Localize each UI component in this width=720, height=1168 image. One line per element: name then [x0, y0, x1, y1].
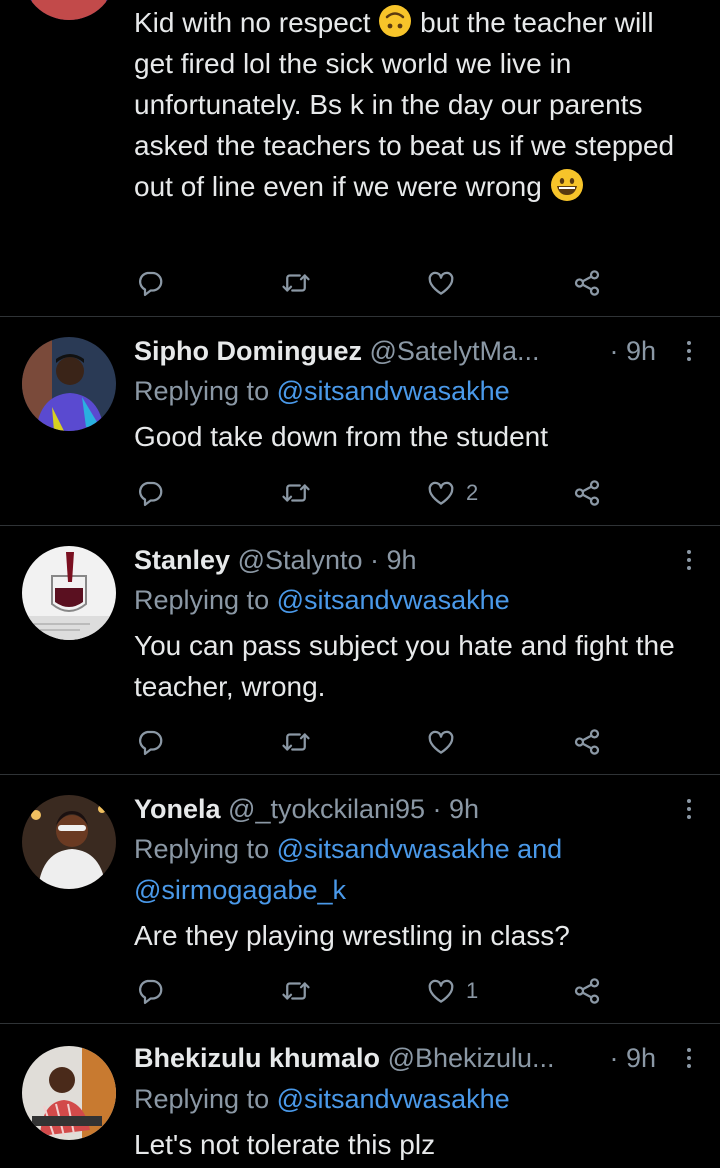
avatar[interactable]: [22, 546, 116, 640]
tweet-actions: [0, 722, 720, 762]
share-button[interactable]: [572, 263, 602, 303]
like-icon: [426, 727, 456, 757]
reply-button[interactable]: [135, 263, 165, 303]
more-icon[interactable]: [684, 550, 694, 574]
retweet-icon: [281, 478, 311, 508]
tweet-4[interactable]: Bhekizulu khumalo @Bhekizulu... · 9h Rep…: [0, 1024, 720, 1168]
upside-down-face-emoji: [379, 5, 412, 37]
share-icon: [572, 727, 602, 757]
share-button[interactable]: [572, 473, 602, 513]
display-name[interactable]: Stanley: [134, 545, 230, 575]
retweet-icon: [281, 268, 311, 298]
like-button[interactable]: 2: [426, 473, 478, 513]
like-count: 1: [466, 978, 479, 1003]
display-name[interactable]: Sipho Dominguez: [134, 336, 362, 366]
tweet-actions: [0, 263, 720, 303]
tweet-body: You can pass subject you hate and fight …: [134, 630, 675, 702]
retweet-button[interactable]: [281, 473, 311, 513]
tweet-1[interactable]: Sipho Dominguez @SatelytMa... · 9h Reply…: [0, 317, 720, 525]
user-handle[interactable]: @SatelytMa...: [370, 336, 540, 366]
tweet-0[interactable]: Kid with no respect but the teacher will…: [0, 0, 720, 316]
like-icon: [426, 268, 456, 298]
user-handle[interactable]: @Bhekizulu...: [388, 1043, 555, 1073]
tweet-header: Yonela @_tyokckilani95 · 9h: [134, 791, 720, 827]
tweet-body: Kid with no respect but the teacher will…: [134, 2, 690, 207]
like-button[interactable]: [426, 722, 456, 762]
timestamp[interactable]: · 9h: [609, 1040, 656, 1076]
retweet-icon: [281, 727, 311, 757]
tweet-body: Good take down from the student: [134, 421, 549, 452]
retweet-button[interactable]: [281, 971, 311, 1011]
tweet-actions: 1: [0, 971, 720, 1011]
more-icon[interactable]: [684, 799, 694, 823]
mention-link[interactable]: @sitsandvwasakhe: [277, 376, 510, 406]
replying-to: Replying to @sitsandvwasakhe: [134, 376, 510, 406]
avatar[interactable]: [22, 337, 116, 431]
more-icon[interactable]: [684, 1048, 694, 1072]
share-icon: [572, 976, 602, 1006]
more-icon[interactable]: [684, 341, 694, 365]
tweet-3[interactable]: Yonela @_tyokckilani95 · 9h Replying to …: [0, 775, 720, 1023]
display-name[interactable]: Yonela: [134, 794, 221, 824]
reply-button[interactable]: [135, 971, 165, 1011]
like-icon: [426, 976, 456, 1006]
reply-icon: [135, 727, 165, 757]
tweet-body: Let's not tolerate this plz: [134, 1129, 436, 1160]
user-handle[interactable]: @Stalynto · 9h: [238, 545, 417, 575]
like-count: 2: [466, 480, 479, 505]
tweet-header: Bhekizulu khumalo @Bhekizulu... · 9h: [134, 1040, 720, 1076]
replying-to: Replying to @sitsandvwasakhe: [134, 1084, 510, 1114]
tweet-2[interactable]: Stanley @Stalynto · 9h Replying to @sits…: [0, 526, 720, 774]
retweet-icon: [281, 976, 311, 1006]
avatar[interactable]: [22, 0, 116, 20]
mention-link[interactable]: @sitsandvwasakhe: [277, 585, 510, 615]
share-button[interactable]: [572, 971, 602, 1011]
reply-icon: [135, 976, 165, 1006]
share-icon: [572, 478, 602, 508]
tweet-body: Are they playing wrestling in class?: [134, 920, 570, 951]
reply-icon: [135, 478, 165, 508]
share-button[interactable]: [572, 722, 602, 762]
like-button[interactable]: 1: [426, 971, 478, 1011]
like-button[interactable]: [426, 263, 456, 303]
share-icon: [572, 268, 602, 298]
retweet-button[interactable]: [281, 263, 311, 303]
display-name[interactable]: Bhekizulu khumalo: [134, 1043, 380, 1073]
reply-button[interactable]: [135, 473, 165, 513]
avatar[interactable]: [22, 1046, 116, 1140]
reply-button[interactable]: [135, 722, 165, 762]
tweet-header: Stanley @Stalynto · 9h: [134, 542, 720, 578]
grinning-face-emoji: [550, 169, 583, 201]
mention-link[interactable]: @sitsandvwasakhe: [277, 1084, 510, 1114]
tweet-header: Sipho Dominguez @SatelytMa... · 9h: [134, 333, 720, 369]
retweet-button[interactable]: [281, 722, 311, 762]
timestamp[interactable]: · 9h: [609, 333, 656, 369]
reply-icon: [135, 268, 165, 298]
tweet-actions: 2: [0, 473, 720, 513]
replying-to: Replying to @sitsandvwasakhe and @sirmog…: [134, 834, 563, 905]
user-handle[interactable]: @_tyokckilani95 · 9h: [228, 794, 479, 824]
like-icon: [426, 478, 456, 508]
replying-to: Replying to @sitsandvwasakhe: [134, 585, 510, 615]
avatar[interactable]: [22, 795, 116, 889]
